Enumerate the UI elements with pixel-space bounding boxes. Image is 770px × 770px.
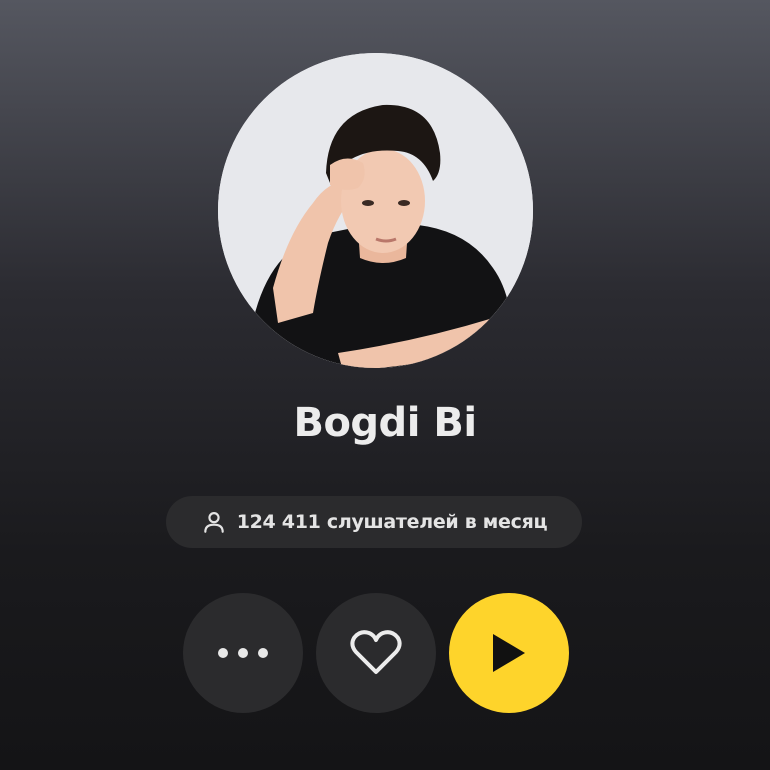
artist-avatar: [218, 53, 533, 368]
monthly-listeners-label: 124 411 слушателей в месяц: [236, 511, 548, 533]
like-button[interactable]: [316, 593, 436, 713]
heart-icon: [350, 630, 402, 674]
play-button[interactable]: [449, 593, 569, 713]
artist-name: Bogdi Bi: [293, 400, 477, 446]
monthly-listeners-badge: 124 411 слушателей в месяц: [166, 496, 582, 548]
play-icon: [493, 634, 525, 672]
user-icon: [203, 512, 224, 533]
more-dots-icon: [218, 648, 268, 658]
more-options-button[interactable]: [183, 593, 303, 713]
artist-photo: [218, 53, 533, 368]
artist-actions: [183, 593, 569, 713]
